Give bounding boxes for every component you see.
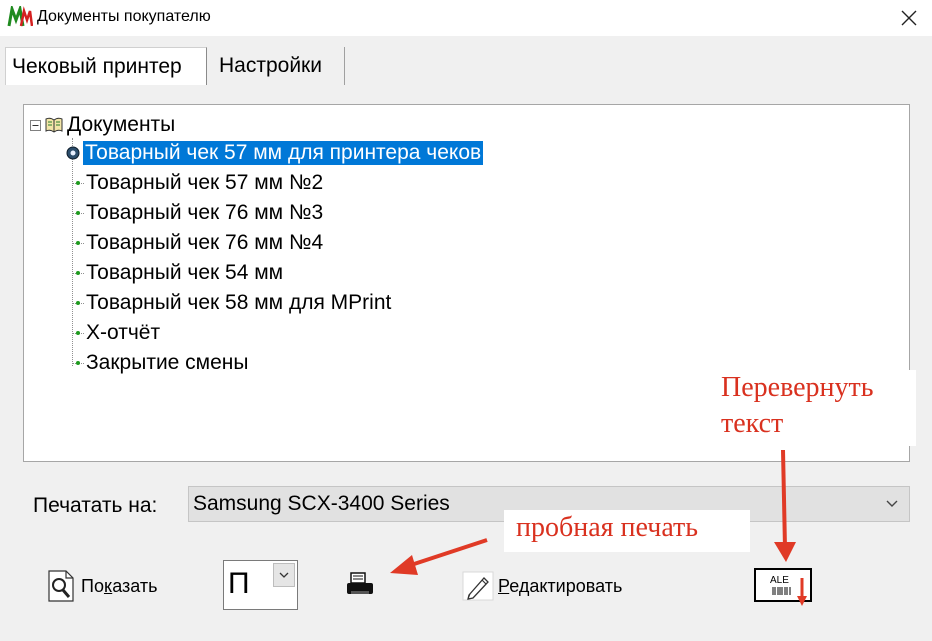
mode-dropdown-button[interactable]: [273, 563, 295, 587]
show-button[interactable]: Показать: [47, 568, 158, 604]
tree-item-label: Товарный чек 57 мм №2: [86, 171, 324, 194]
tree-item-label: Товарный чек 76 мм №4: [86, 231, 324, 254]
print-on-label: Печатать на:: [33, 494, 158, 517]
test-print-annotation: пробная печать: [504, 510, 750, 552]
bullet-icon: [76, 331, 80, 335]
show-button-label: Показать: [81, 575, 158, 596]
flip-text-annotation: Перевернуть текст: [714, 370, 916, 446]
tree-item[interactable]: Закрытие смены: [72, 349, 251, 377]
test-print-button[interactable]: [344, 570, 376, 600]
window-title: Документы покупателю: [37, 8, 211, 25]
app-logo-icon: [7, 6, 33, 27]
preview-magnifier-icon: [48, 570, 74, 602]
printer-select-value: Samsung SCX-3400 Series: [193, 492, 450, 515]
flip-icon-text: ALE: [770, 575, 789, 586]
flip-text-icon: ALE: [770, 575, 791, 595]
tree-item-label: Товарный чек 54 мм: [86, 261, 284, 284]
tree-item[interactable]: Товарный чек 76 мм №3: [72, 199, 325, 227]
tree-item-label: Х-отчёт: [86, 321, 161, 344]
book-icon: [45, 117, 63, 133]
bullet-icon: [76, 361, 80, 365]
title-bar: Документы покупателю: [0, 0, 932, 36]
bullet-icon: [76, 241, 80, 245]
bullet-icon: [76, 181, 80, 185]
tree-item-label: Товарный чек 76 мм №3: [86, 201, 324, 224]
edit-pencil-icon: [462, 571, 494, 601]
tab-settings[interactable]: Настройки: [213, 47, 345, 85]
bullet-icon: [76, 271, 80, 275]
mode-select[interactable]: П: [223, 560, 298, 610]
tree-item[interactable]: Х-отчёт: [72, 319, 162, 347]
flip-text-button[interactable]: ALE: [754, 568, 812, 602]
annotation-line: текст: [721, 408, 784, 439]
tab-label: Настройки: [219, 54, 322, 77]
tree-item[interactable]: Товарный чек 54 мм: [72, 259, 285, 287]
tree-root-label: Документы: [67, 113, 176, 136]
tree-item-label: Товарный чек 57 мм для принтера чеков: [83, 141, 484, 165]
mode-select-value: П: [228, 567, 250, 600]
annotation-text: пробная печать: [516, 512, 699, 543]
close-icon: [901, 10, 917, 26]
bullet-icon: [76, 211, 80, 215]
tab-label: Чековый принтер: [12, 54, 182, 78]
tree-item-label: Товарный чек 58 мм для MPrint: [86, 291, 392, 314]
tree-item[interactable]: Товарный чек 58 мм для MPrint: [72, 289, 393, 317]
tree-item[interactable]: Товарный чек 76 мм №4: [72, 229, 325, 257]
close-button[interactable]: [886, 0, 932, 36]
edit-button[interactable]: Редактировать: [462, 570, 622, 602]
bullet-icon: [76, 301, 80, 305]
annotation-line: Перевернуть: [721, 372, 874, 403]
tree-item-label: Закрытие смены: [86, 351, 249, 374]
tab-receipt-printer[interactable]: Чековый принтер: [5, 47, 207, 85]
tree-item[interactable]: Товарный чек 57 мм для принтера чеков: [66, 139, 484, 167]
edit-button-label: Редактировать: [498, 575, 623, 596]
chevron-down-icon: [886, 500, 898, 507]
tree-item[interactable]: Товарный чек 57 мм №2: [72, 169, 325, 197]
tree-root-documents[interactable]: Документы: [30, 112, 175, 138]
chevron-down-icon: [279, 572, 289, 578]
collapse-icon[interactable]: [30, 119, 41, 131]
selected-document-icon: [66, 146, 80, 160]
